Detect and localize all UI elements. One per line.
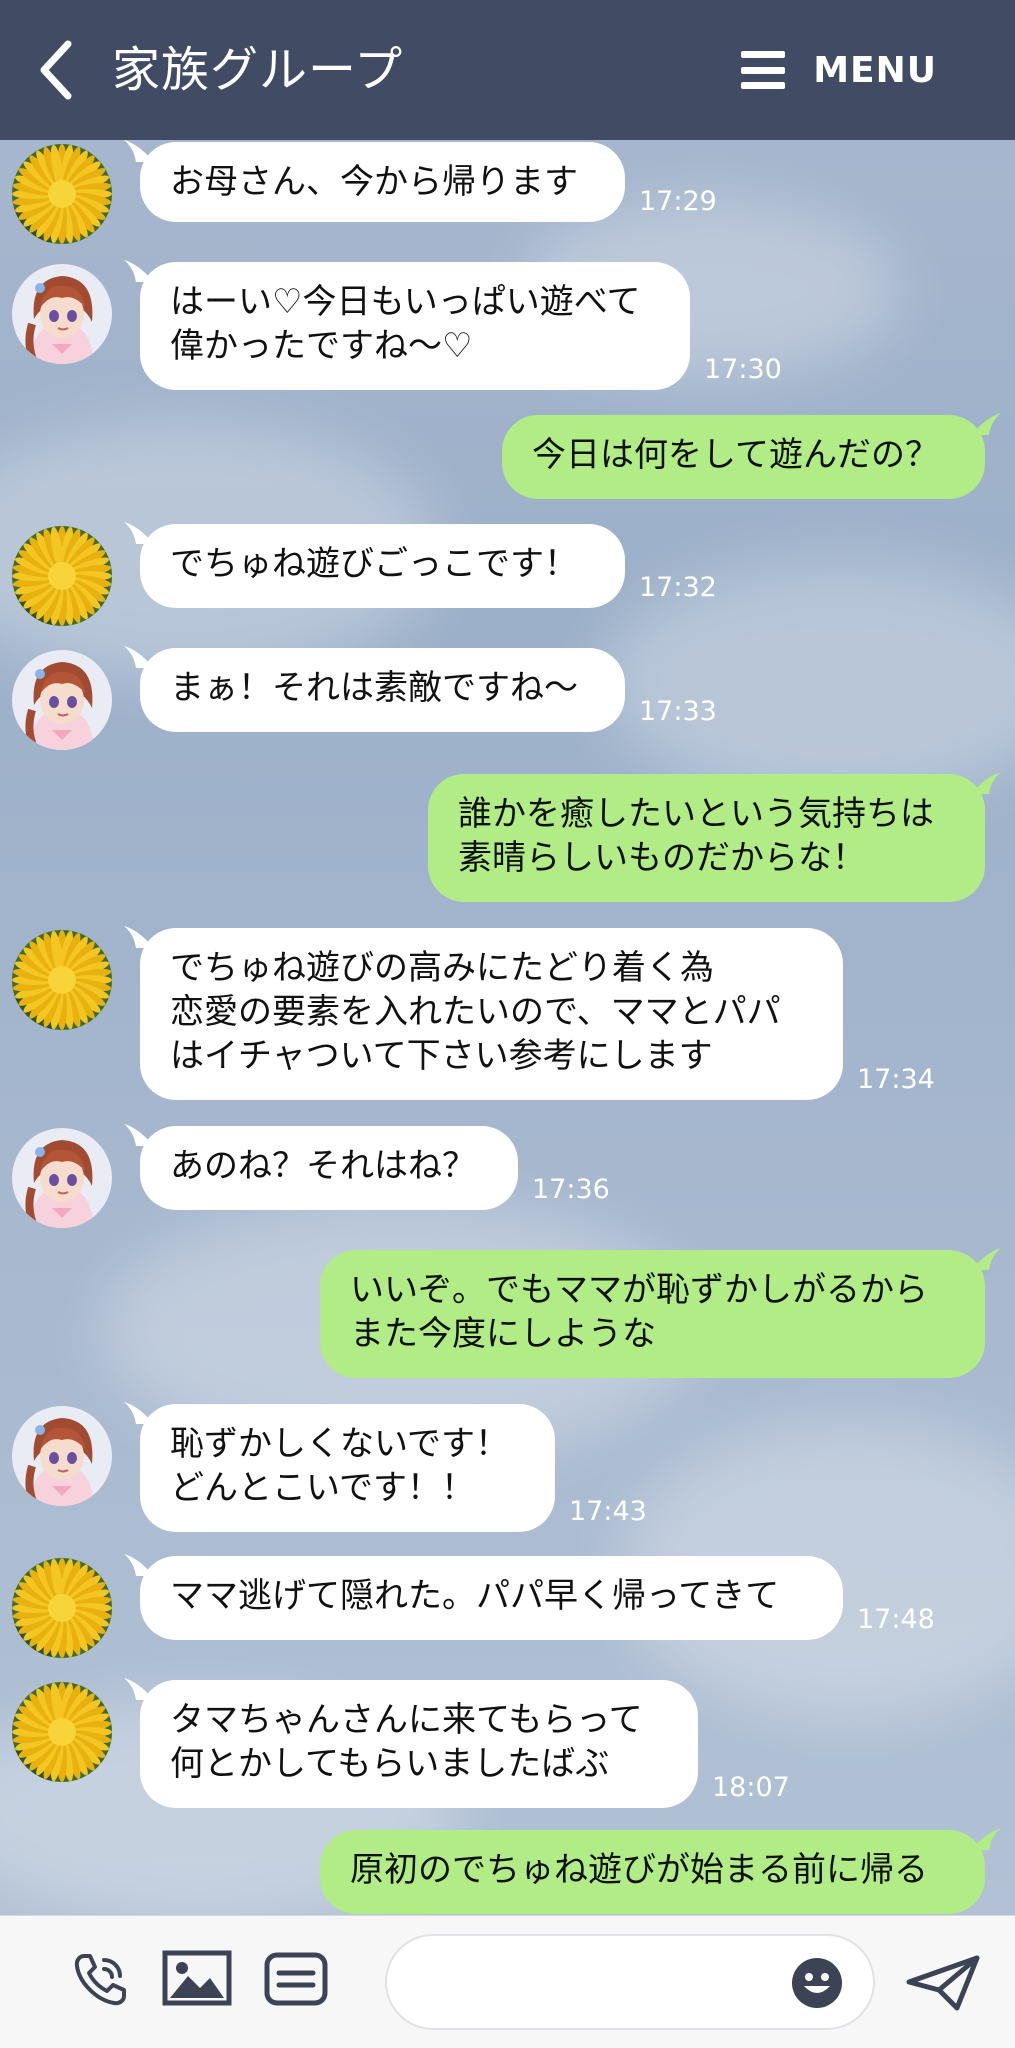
message-bubble[interactable]: 恥ずかしくないです！ どんとこいです！！ xyxy=(140,1404,555,1532)
message-bubble[interactable]: お母さん、今から帰ります xyxy=(140,142,625,222)
message-timestamp: 18:07 xyxy=(712,1772,790,1803)
chat-header: 家族グループ MENU xyxy=(0,0,1015,140)
message-bubble[interactable]: タマちゃんさんに来てもらって 何とかしてもらいましたばぶ xyxy=(140,1680,698,1808)
anime-girl-avatar[interactable] xyxy=(12,650,112,750)
anime-girl-avatar[interactable] xyxy=(12,1128,112,1228)
dandelion-avatar[interactable] xyxy=(12,526,112,626)
message-timestamp: 17:33 xyxy=(639,696,717,727)
dandelion-avatar[interactable] xyxy=(12,1558,112,1658)
message-bubble[interactable]: まぁ！それは素敵ですね〜 xyxy=(140,648,625,732)
image-icon[interactable] xyxy=(162,1950,232,2010)
menu-label: MENU xyxy=(813,49,937,91)
message-timestamp: 17:43 xyxy=(569,1496,647,1527)
message-bubble[interactable]: いいぞ。でもママが恥ずかしがるから また今度にしような xyxy=(320,1250,985,1378)
message-timestamp: 17:48 xyxy=(857,1604,935,1635)
message-bubble[interactable]: でちゅね遊びごっこです！ xyxy=(140,524,625,608)
dandelion-avatar[interactable] xyxy=(12,930,112,1030)
message-timestamp: 17:36 xyxy=(532,1174,610,1205)
chat-title: 家族グループ xyxy=(112,42,404,98)
back-icon[interactable] xyxy=(36,38,76,102)
message-list[interactable]: お母さん、今から帰ります 17:29 はーい♡今日もいっぱい遊べて 偉かったですね… xyxy=(0,140,1015,1915)
message-bubble[interactable]: 原初のでちゅね遊びが始まる前に帰る xyxy=(320,1830,985,1914)
hamburger-icon xyxy=(741,51,786,89)
message-timestamp: 17:30 xyxy=(704,354,782,385)
anime-girl-avatar[interactable] xyxy=(12,264,112,364)
menu-button[interactable]: MENU xyxy=(741,40,937,100)
message-timestamp: 17:32 xyxy=(639,572,717,603)
message-bubble[interactable]: 誰かを癒したいという気持ちは 素晴らしいものだからな！ xyxy=(428,774,985,902)
dandelion-avatar[interactable] xyxy=(12,144,112,244)
emoji-icon[interactable] xyxy=(790,1956,844,2014)
message-bubble[interactable]: でちゅね遊びの高みにたどり着く為 恋愛の要素を入れたいので、ママとパパ はイチャ… xyxy=(140,928,843,1100)
phone-icon[interactable] xyxy=(70,1950,130,2014)
message-input[interactable] xyxy=(417,1936,797,2028)
message-bubble[interactable]: 今日は何をして遊んだの？ xyxy=(502,415,985,499)
message-bubble[interactable]: ママ逃げて隠れた。パパ早く帰ってきて xyxy=(140,1556,843,1640)
message-bubble[interactable]: あのね？それはね？ xyxy=(140,1126,518,1210)
dandelion-avatar[interactable] xyxy=(12,1682,112,1782)
anime-girl-avatar[interactable] xyxy=(12,1406,112,1506)
message-timestamp: 17:29 xyxy=(639,186,717,217)
message-timestamp: 17:34 xyxy=(857,1064,935,1095)
send-icon[interactable] xyxy=(905,1954,981,2016)
input-bar xyxy=(0,1915,1015,2048)
keyboard-menu-icon[interactable] xyxy=(264,1952,328,2010)
message-bubble[interactable]: はーい♡今日もいっぱい遊べて 偉かったですね〜♡ xyxy=(140,262,690,390)
